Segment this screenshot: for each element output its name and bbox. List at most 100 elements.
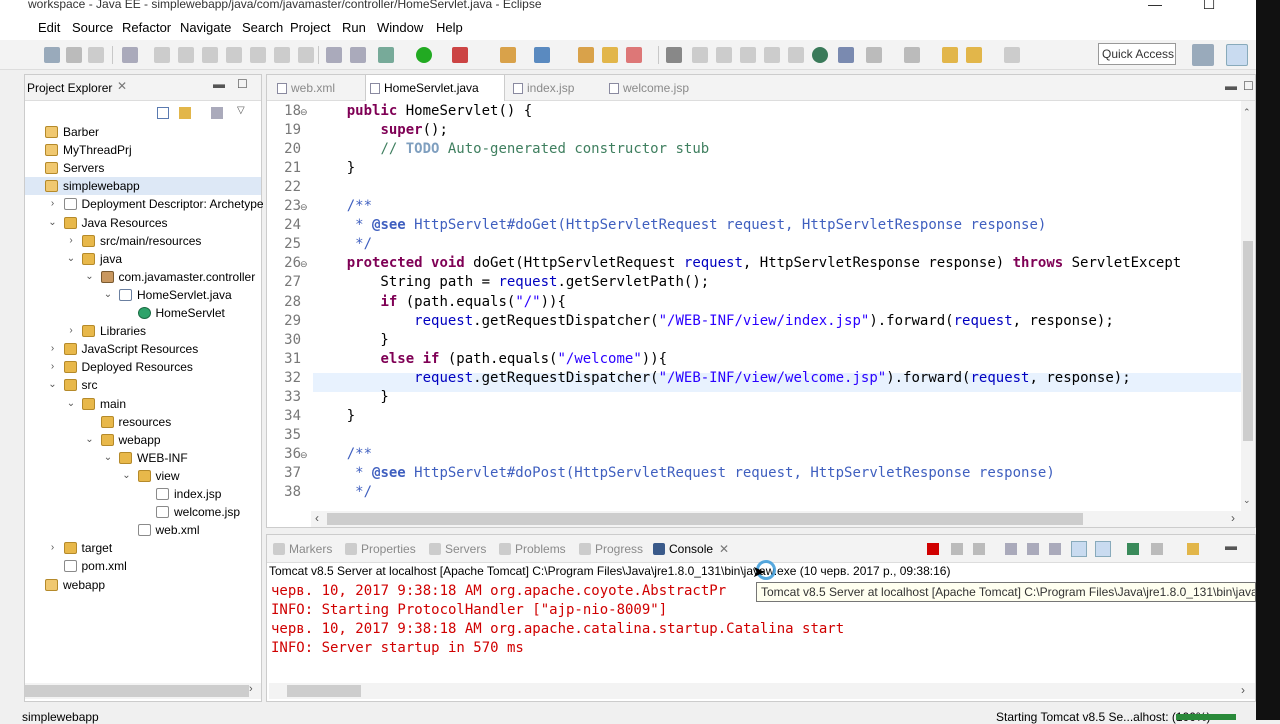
tree-item[interactable]: simplewebapp	[25, 177, 261, 196]
word-wrap-icon[interactable]	[1049, 543, 1061, 555]
collapse-arrow-icon[interactable]: ⌄	[103, 286, 113, 304]
tree-item[interactable]: ⌄ HomeServlet.java	[25, 286, 261, 304]
collapse-arrow-icon[interactable]: ⌄	[103, 449, 113, 467]
new-server-icon[interactable]	[500, 47, 516, 63]
tree-item[interactable]: ⌄ main	[25, 395, 261, 413]
resume-icon[interactable]	[154, 47, 170, 63]
display-console-icon[interactable]	[1151, 543, 1163, 555]
menu-project[interactable]: Project	[290, 20, 330, 35]
tree-item[interactable]: › Deployed Resources	[25, 358, 261, 376]
minimize-icon[interactable]: —	[1132, 0, 1178, 14]
tree-item[interactable]: ⌄ com.javamaster.controller	[25, 268, 261, 286]
code-area[interactable]: public HomeServlet() { super(); // TODO …	[267, 101, 1241, 511]
menu-search[interactable]: Search	[242, 20, 283, 35]
whitespace-icon[interactable]	[716, 47, 732, 63]
collapse-arrow-icon[interactable]: ⌄	[48, 376, 58, 394]
menu-refactor[interactable]: Refactor	[122, 20, 171, 35]
suspend-icon[interactable]	[178, 47, 194, 63]
tab-progress[interactable]: Progress	[579, 542, 643, 556]
debug-icon[interactable]	[378, 47, 394, 63]
annotation-icon[interactable]	[666, 47, 682, 63]
tab-index-jsp[interactable]: index.jsp	[509, 75, 599, 101]
tree-item[interactable]: Servers	[25, 159, 261, 177]
tree-item[interactable]: pom.xml	[25, 557, 261, 575]
explorer-hscrollbar[interactable]: ›	[25, 683, 261, 699]
tree-item[interactable]: index.jsp	[25, 485, 261, 503]
tab-web-xml[interactable]: web.xml	[273, 75, 363, 101]
highlight-icon[interactable]	[692, 47, 708, 63]
tree-item[interactable]: ⌄ Java Resources	[25, 214, 261, 232]
expand-arrow-icon[interactable]: ›	[48, 539, 58, 557]
minimize-view-icon[interactable]: ▬	[1225, 539, 1237, 553]
new-class-icon[interactable]	[534, 47, 550, 63]
editor-hscrollbar[interactable]: ‹ ›	[311, 511, 1255, 527]
tab-properties[interactable]: Properties	[345, 542, 416, 556]
collapse-arrow-icon[interactable]: ⌄	[122, 467, 132, 485]
tab-markers[interactable]: Markers	[273, 542, 332, 556]
block-select-icon[interactable]	[740, 47, 756, 63]
tab-servers[interactable]: Servers	[429, 542, 486, 556]
show-stdout-icon[interactable]	[1071, 541, 1087, 557]
disconnect-icon[interactable]	[226, 47, 242, 63]
tree-item[interactable]: › Libraries	[25, 322, 261, 340]
collapse-arrow-icon[interactable]: ⌄	[48, 214, 58, 232]
maximize-view-icon[interactable]: ☐	[237, 77, 248, 91]
collapse-arrow-icon[interactable]: ⌄	[66, 250, 76, 268]
terminal-icon[interactable]	[350, 47, 366, 63]
globe-icon[interactable]	[812, 47, 828, 63]
collapse-arrow-icon[interactable]: ⌄	[66, 395, 76, 413]
word-wrap-icon[interactable]	[788, 47, 804, 63]
last-edit-icon[interactable]	[942, 47, 958, 63]
minimize-view-icon[interactable]: ▬	[213, 77, 225, 91]
editor-vscrollbar[interactable]: ⌃ ⌄	[1241, 101, 1255, 511]
maximize-view-icon[interactable]: ☐	[1243, 79, 1254, 93]
focus-icon[interactable]	[211, 107, 223, 119]
tree-item[interactable]: ⌄ src	[25, 376, 261, 394]
quick-access-field[interactable]: Quick Access	[1098, 43, 1176, 65]
menu-window[interactable]: Window	[377, 20, 423, 35]
menu-source[interactable]: Source	[72, 20, 113, 35]
run-icon[interactable]	[416, 47, 432, 63]
save-icon[interactable]	[44, 47, 60, 63]
close-icon[interactable]: ✕	[719, 542, 729, 556]
tree-item[interactable]: welcome.jsp	[25, 503, 261, 521]
menu-help[interactable]: Help	[436, 20, 463, 35]
expand-arrow-icon[interactable]: ›	[48, 195, 58, 213]
open-resource-icon[interactable]	[602, 47, 618, 63]
forward-icon[interactable]	[1004, 47, 1020, 63]
next-annotation-icon[interactable]	[866, 47, 882, 63]
expand-arrow-icon[interactable]: ›	[66, 232, 76, 250]
tree-item[interactable]: › src/main/resources	[25, 232, 261, 250]
show-stderr-icon[interactable]	[1095, 541, 1111, 557]
search-icon[interactable]	[838, 47, 854, 63]
open-perspective-icon[interactable]	[1192, 44, 1214, 66]
open-console-icon[interactable]	[1187, 543, 1199, 555]
step-over-icon[interactable]	[274, 47, 290, 63]
tab-homeservlet-java[interactable]: HomeServlet.java	[365, 75, 505, 101]
print-icon[interactable]	[88, 47, 104, 63]
step-into-icon[interactable]	[250, 47, 266, 63]
open-type-icon[interactable]	[578, 47, 594, 63]
collapse-arrow-icon[interactable]: ⌄	[85, 268, 95, 286]
close-icon[interactable]: ✕	[117, 79, 127, 93]
scroll-lock-icon[interactable]	[1027, 543, 1039, 555]
link-editor-icon[interactable]	[179, 107, 191, 119]
pin-console-icon[interactable]	[1127, 543, 1139, 555]
pencil-icon[interactable]	[626, 47, 642, 63]
tree-item[interactable]: webapp	[25, 576, 261, 594]
maximize-icon[interactable]: ☐	[1186, 0, 1232, 14]
save-all-icon[interactable]	[66, 47, 82, 63]
expand-arrow-icon[interactable]: ›	[48, 340, 58, 358]
skip-breakpoints-icon[interactable]	[122, 47, 138, 63]
step-return-icon[interactable]	[298, 47, 314, 63]
tree-item[interactable]: ⌄ webapp	[25, 431, 261, 449]
tab-console[interactable]: Console ✕	[653, 542, 729, 556]
tree-item[interactable]: ⌄ java	[25, 250, 261, 268]
tree-item[interactable]: MyThreadPrj	[25, 141, 261, 159]
external-tools-icon[interactable]	[452, 47, 468, 63]
remove-all-icon[interactable]	[973, 543, 985, 555]
tab-welcome-jsp[interactable]: welcome.jsp	[605, 75, 715, 101]
terminate-icon[interactable]	[202, 47, 218, 63]
show-source-icon[interactable]	[764, 47, 780, 63]
expand-arrow-icon[interactable]: ›	[48, 358, 58, 376]
